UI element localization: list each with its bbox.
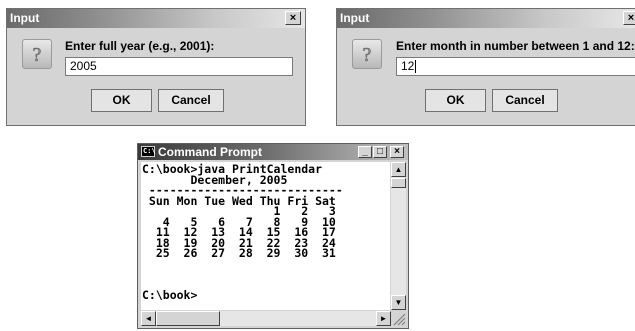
- horizontal-scrollbar[interactable]: ◄ ►: [141, 311, 391, 326]
- scroll-right-arrow-icon[interactable]: ►: [376, 311, 391, 326]
- dialog-title: Input: [10, 11, 40, 25]
- minimize-button[interactable]: _: [358, 146, 372, 158]
- command-prompt-window: C:\ Command Prompt _ □ × C:\book>java Pr…: [137, 143, 409, 329]
- question-icon: ?: [22, 39, 52, 69]
- prompt-label: Enter full year (e.g., 2001):: [65, 39, 215, 53]
- vertical-scrollbar[interactable]: ▲ ▼: [391, 162, 406, 310]
- cancel-button[interactable]: Cancel: [158, 89, 224, 112]
- year-value: 2005: [70, 59, 97, 73]
- scroll-left-arrow-icon[interactable]: ◄: [141, 311, 156, 326]
- scroll-up-arrow-icon[interactable]: ▲: [391, 162, 406, 177]
- month-value: 12: [401, 59, 415, 73]
- close-button[interactable]: ×: [285, 11, 301, 25]
- svg-text:?: ?: [363, 44, 372, 65]
- month-input-dialog: Input × ? Enter month in number between …: [336, 8, 635, 126]
- window-title: Command Prompt: [158, 145, 263, 159]
- title-bar[interactable]: Input ×: [7, 9, 305, 28]
- year-input-dialog: Input × ? Enter full year (e.g., 2001): …: [6, 8, 306, 126]
- console-text: C:\book>java PrintCalendar December, 200…: [142, 162, 343, 302]
- close-button[interactable]: ×: [623, 11, 635, 25]
- title-bar[interactable]: Input ×: [337, 9, 635, 28]
- scroll-thumb[interactable]: [391, 178, 406, 188]
- dialog-title: Input: [340, 11, 370, 25]
- question-icon: ?: [352, 39, 382, 69]
- maximize-button[interactable]: □: [373, 146, 387, 158]
- title-bar[interactable]: C:\ Command Prompt _ □ ×: [138, 144, 408, 160]
- scroll-down-arrow-icon[interactable]: ▼: [391, 295, 406, 310]
- year-input[interactable]: 2005: [65, 57, 293, 76]
- text-caret: [415, 60, 417, 74]
- console-icon: C:\: [141, 146, 156, 157]
- console-output[interactable]: C:\book>java PrintCalendar December, 200…: [141, 162, 390, 310]
- close-button[interactable]: ×: [390, 146, 404, 158]
- scroll-thumb[interactable]: [156, 311, 220, 326]
- prompt-label: Enter month in number between 1 and 12:: [396, 39, 635, 53]
- svg-text:?: ?: [33, 44, 42, 65]
- month-input[interactable]: 12: [396, 57, 635, 76]
- resize-grip-icon[interactable]: [391, 311, 406, 326]
- ok-button[interactable]: OK: [91, 89, 152, 112]
- ok-button[interactable]: OK: [425, 89, 486, 112]
- cancel-button[interactable]: Cancel: [492, 89, 558, 112]
